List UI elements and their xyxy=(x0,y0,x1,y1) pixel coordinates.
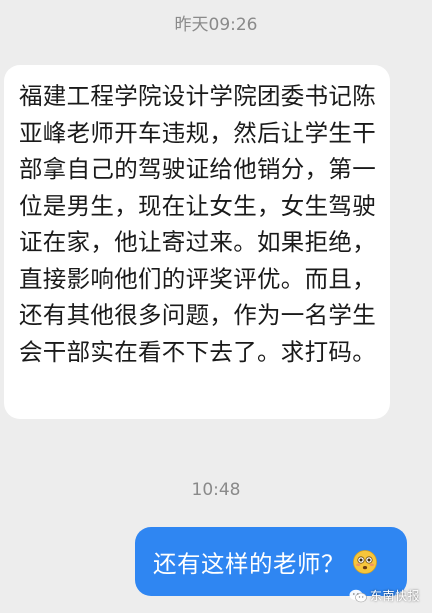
wechat-icon xyxy=(349,589,367,602)
watermark-text: 东南快报 xyxy=(370,589,421,603)
watermark: 东南快报 xyxy=(349,587,420,604)
message-timestamp: 10:48 xyxy=(191,480,241,500)
outgoing-message-text: 还有这样的老师？ xyxy=(153,549,345,578)
flushed-face-icon xyxy=(353,549,377,574)
incoming-message-bubble[interactable]: 福建工程学院设计学院团委书记陈亚峰老师开车违规，然后让学生干部拿自己的驾驶证给他… xyxy=(4,65,390,419)
message-timestamp: 昨天09:26 xyxy=(174,15,258,35)
incoming-message-text: 福建工程学院设计学院团委书记陈亚峰老师开车违规，然后让学生干部拿自己的驾驶证给他… xyxy=(19,82,376,366)
outgoing-message-bubble[interactable]: 还有这样的老师？ xyxy=(135,527,407,596)
